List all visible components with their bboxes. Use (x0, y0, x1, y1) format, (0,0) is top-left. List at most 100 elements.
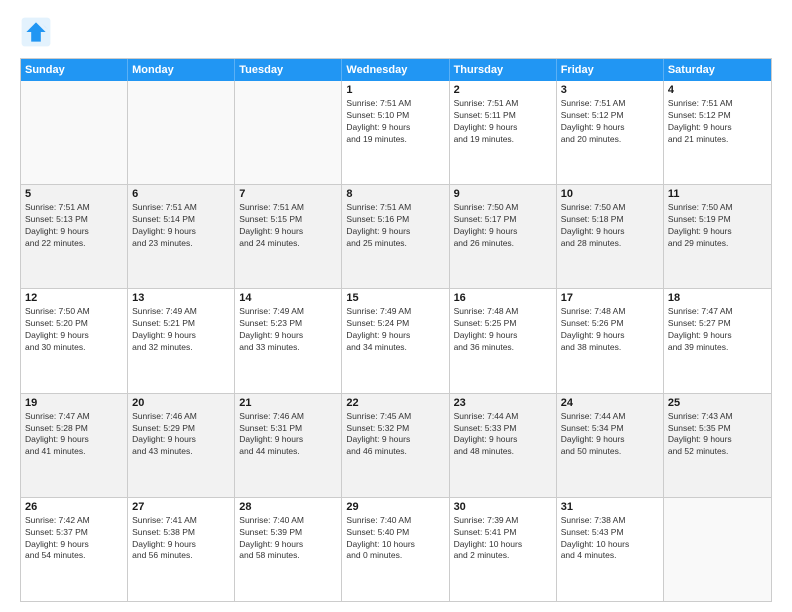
day-cell-8: 8 Sunrise: 7:51 AM Sunset: 5:16 PM Daylig… (342, 185, 449, 288)
day-cell-16: 16 Sunrise: 7:48 AM Sunset: 5:25 PM Dayli… (450, 289, 557, 392)
day-number: 22 (346, 397, 444, 409)
day-cell-24: 24 Sunrise: 7:44 AM Sunset: 5:34 PM Dayli… (557, 394, 664, 497)
day-info: Sunrise: 7:50 AM Sunset: 5:17 PM Dayligh… (454, 202, 552, 250)
day-info: Sunrise: 7:43 AM Sunset: 5:35 PM Dayligh… (668, 411, 767, 459)
day-cell-9: 9 Sunrise: 7:50 AM Sunset: 5:17 PM Daylig… (450, 185, 557, 288)
day-cell-12: 12Sunrise: 7:50 AM Sunset: 5:20 PM Dayli… (21, 289, 128, 392)
day-cell-27: 27 Sunrise: 7:41 AM Sunset: 5:38 PM Dayli… (128, 498, 235, 601)
day-number: 28 (239, 501, 337, 513)
day-cell-18: 18Sunrise: 7:47 AM Sunset: 5:27 PM Dayli… (664, 289, 771, 392)
day-number: 27 (132, 501, 230, 513)
page: SundayMondayTuesdayWednesdayThursdayFrid… (0, 0, 792, 612)
day-number: 19 (25, 397, 123, 409)
day-info: Sunrise: 7:44 AM Sunset: 5:34 PM Dayligh… (561, 411, 659, 459)
day-number: 24 (561, 397, 659, 409)
day-number: 11 (668, 188, 767, 200)
day-info: Sunrise: 7:51 AM Sunset: 5:15 PM Dayligh… (239, 202, 337, 250)
day-number: 6 (132, 188, 230, 200)
weekday-header-tuesday: Tuesday (235, 59, 342, 81)
day-number: 13 (132, 292, 230, 304)
day-number: 29 (346, 501, 444, 513)
day-info: Sunrise: 7:38 AM Sunset: 5:43 PM Dayligh… (561, 515, 659, 563)
calendar-body: 1Sunrise: 7:51 AM Sunset: 5:10 PM Daylig… (21, 81, 771, 601)
day-number: 4 (668, 84, 767, 96)
day-cell-22: 22 Sunrise: 7:45 AM Sunset: 5:32 PM Dayli… (342, 394, 449, 497)
weekday-header-saturday: Saturday (664, 59, 771, 81)
day-cell-29: 29 Sunrise: 7:40 AM Sunset: 5:40 PM Dayli… (342, 498, 449, 601)
day-cell-2: 2 Sunrise: 7:51 AM Sunset: 5:11 PM Daylig… (450, 81, 557, 184)
empty-cell-r0c1 (128, 81, 235, 184)
day-info: Sunrise: 7:50 AM Sunset: 5:19 PM Dayligh… (668, 202, 767, 250)
day-info: Sunrise: 7:48 AM Sunset: 5:26 PM Dayligh… (561, 306, 659, 354)
calendar-header: SundayMondayTuesdayWednesdayThursdayFrid… (21, 59, 771, 81)
day-info: Sunrise: 7:51 AM Sunset: 5:12 PM Dayligh… (668, 98, 767, 146)
calendar-row-4: 19 Sunrise: 7:47 AM Sunset: 5:28 PM Dayli… (21, 393, 771, 497)
day-cell-4: 4 Sunrise: 7:51 AM Sunset: 5:12 PM Daylig… (664, 81, 771, 184)
day-number: 30 (454, 501, 552, 513)
weekday-header-monday: Monday (128, 59, 235, 81)
day-number: 17 (561, 292, 659, 304)
day-number: 26 (25, 501, 123, 513)
day-cell-10: 10Sunrise: 7:50 AM Sunset: 5:18 PM Dayli… (557, 185, 664, 288)
day-cell-28: 28Sunrise: 7:40 AM Sunset: 5:39 PM Dayli… (235, 498, 342, 601)
logo-icon (20, 16, 52, 48)
day-info: Sunrise: 7:41 AM Sunset: 5:38 PM Dayligh… (132, 515, 230, 563)
weekday-header-sunday: Sunday (21, 59, 128, 81)
calendar-row-5: 26 Sunrise: 7:42 AM Sunset: 5:37 PM Dayli… (21, 497, 771, 601)
day-number: 1 (346, 84, 444, 96)
day-number: 18 (668, 292, 767, 304)
day-cell-1: 1Sunrise: 7:51 AM Sunset: 5:10 PM Daylig… (342, 81, 449, 184)
header (20, 16, 772, 48)
day-info: Sunrise: 7:46 AM Sunset: 5:29 PM Dayligh… (132, 411, 230, 459)
day-number: 25 (668, 397, 767, 409)
calendar-row-2: 5 Sunrise: 7:51 AM Sunset: 5:13 PM Daylig… (21, 184, 771, 288)
empty-cell-r4c6 (664, 498, 771, 601)
day-cell-20: 20Sunrise: 7:46 AM Sunset: 5:29 PM Dayli… (128, 394, 235, 497)
day-number: 2 (454, 84, 552, 96)
day-info: Sunrise: 7:42 AM Sunset: 5:37 PM Dayligh… (25, 515, 123, 563)
day-cell-3: 3Sunrise: 7:51 AM Sunset: 5:12 PM Daylig… (557, 81, 664, 184)
day-info: Sunrise: 7:51 AM Sunset: 5:16 PM Dayligh… (346, 202, 444, 250)
day-cell-15: 15Sunrise: 7:49 AM Sunset: 5:24 PM Dayli… (342, 289, 449, 392)
day-number: 21 (239, 397, 337, 409)
day-cell-30: 30 Sunrise: 7:39 AM Sunset: 5:41 PM Dayli… (450, 498, 557, 601)
calendar-row-1: 1Sunrise: 7:51 AM Sunset: 5:10 PM Daylig… (21, 81, 771, 184)
day-info: Sunrise: 7:51 AM Sunset: 5:11 PM Dayligh… (454, 98, 552, 146)
day-info: Sunrise: 7:39 AM Sunset: 5:41 PM Dayligh… (454, 515, 552, 563)
day-cell-11: 11 Sunrise: 7:50 AM Sunset: 5:19 PM Dayli… (664, 185, 771, 288)
day-number: 12 (25, 292, 123, 304)
day-info: Sunrise: 7:49 AM Sunset: 5:23 PM Dayligh… (239, 306, 337, 354)
empty-cell-r0c0 (21, 81, 128, 184)
day-number: 31 (561, 501, 659, 513)
day-cell-17: 17 Sunrise: 7:48 AM Sunset: 5:26 PM Dayli… (557, 289, 664, 392)
day-number: 16 (454, 292, 552, 304)
day-info: Sunrise: 7:49 AM Sunset: 5:21 PM Dayligh… (132, 306, 230, 354)
day-info: Sunrise: 7:40 AM Sunset: 5:40 PM Dayligh… (346, 515, 444, 563)
day-number: 15 (346, 292, 444, 304)
day-number: 14 (239, 292, 337, 304)
day-cell-25: 25 Sunrise: 7:43 AM Sunset: 5:35 PM Dayli… (664, 394, 771, 497)
day-number: 9 (454, 188, 552, 200)
day-cell-13: 13 Sunrise: 7:49 AM Sunset: 5:21 PM Dayli… (128, 289, 235, 392)
day-info: Sunrise: 7:50 AM Sunset: 5:18 PM Dayligh… (561, 202, 659, 250)
day-cell-26: 26 Sunrise: 7:42 AM Sunset: 5:37 PM Dayli… (21, 498, 128, 601)
day-info: Sunrise: 7:47 AM Sunset: 5:28 PM Dayligh… (25, 411, 123, 459)
day-number: 5 (25, 188, 123, 200)
empty-cell-r0c2 (235, 81, 342, 184)
day-info: Sunrise: 7:45 AM Sunset: 5:32 PM Dayligh… (346, 411, 444, 459)
day-info: Sunrise: 7:48 AM Sunset: 5:25 PM Dayligh… (454, 306, 552, 354)
day-info: Sunrise: 7:51 AM Sunset: 5:12 PM Dayligh… (561, 98, 659, 146)
day-info: Sunrise: 7:51 AM Sunset: 5:13 PM Dayligh… (25, 202, 123, 250)
day-cell-23: 23Sunrise: 7:44 AM Sunset: 5:33 PM Dayli… (450, 394, 557, 497)
day-cell-14: 14 Sunrise: 7:49 AM Sunset: 5:23 PM Dayli… (235, 289, 342, 392)
day-number: 8 (346, 188, 444, 200)
day-info: Sunrise: 7:51 AM Sunset: 5:14 PM Dayligh… (132, 202, 230, 250)
day-cell-6: 6 Sunrise: 7:51 AM Sunset: 5:14 PM Daylig… (128, 185, 235, 288)
day-cell-5: 5 Sunrise: 7:51 AM Sunset: 5:13 PM Daylig… (21, 185, 128, 288)
calendar-row-3: 12Sunrise: 7:50 AM Sunset: 5:20 PM Dayli… (21, 288, 771, 392)
day-info: Sunrise: 7:46 AM Sunset: 5:31 PM Dayligh… (239, 411, 337, 459)
weekday-header-thursday: Thursday (450, 59, 557, 81)
weekday-header-friday: Friday (557, 59, 664, 81)
weekday-header-wednesday: Wednesday (342, 59, 449, 81)
logo (20, 16, 56, 48)
